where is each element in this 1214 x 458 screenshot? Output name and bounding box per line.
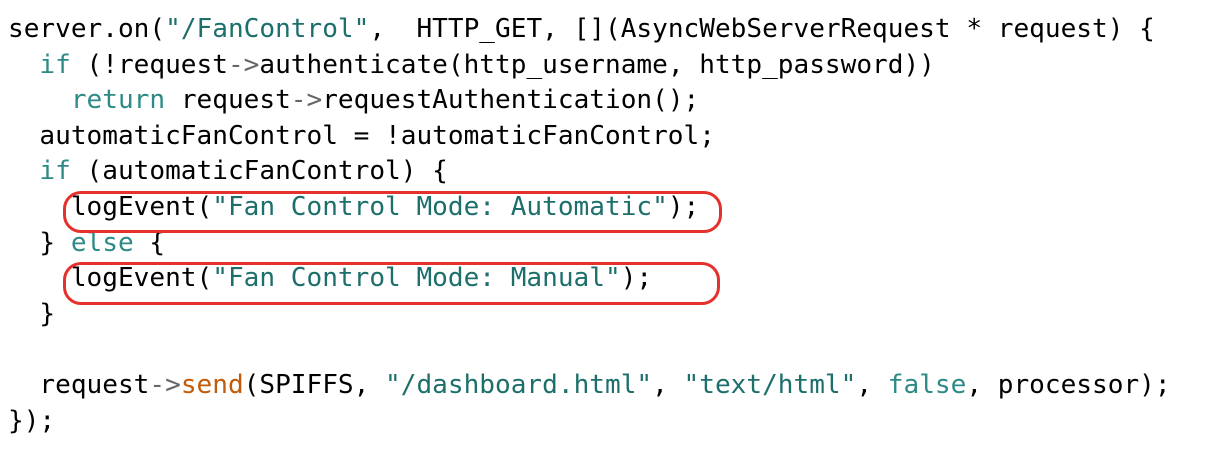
code-token: requestAuthentication(); (322, 85, 700, 116)
code-token: "/dashboard.html" (385, 369, 653, 400)
highlight-automatic-log-line (63, 191, 722, 233)
code-token: (!request (70, 49, 228, 80)
code-token: -> (149, 369, 181, 400)
code-token: , (856, 369, 888, 400)
code-line: return request->requestAuthentication(); (8, 83, 1171, 119)
code-token: send (180, 369, 244, 400)
code-token: request (165, 85, 291, 116)
code-token: server.on( (8, 14, 166, 44)
code-token: if (39, 49, 71, 80)
code-token: (automaticFanControl) { (70, 156, 448, 187)
code-token: (SPIFFS, (243, 369, 386, 400)
code-token: } (39, 227, 71, 258)
code-line: if (!request->authenticate(http_username… (8, 48, 1171, 84)
code-line: server.on("/FanControl", HTTP_GET, [](As… (8, 12, 1171, 48)
code-token: -> (290, 85, 323, 116)
code-token: -> (227, 49, 260, 80)
code-token: false (887, 369, 967, 400)
code-line: automaticFanControl = !automaticFanContr… (8, 119, 1171, 155)
code-line: }); (8, 404, 1171, 440)
code-token: if (39, 156, 71, 187)
code-token: }); (8, 405, 56, 436)
code-token: } (39, 298, 56, 329)
code-token: authenticate(http_username, http_passwor… (259, 49, 935, 80)
code-token: , processor); (966, 369, 1171, 400)
code-token: "text/html" (683, 369, 857, 400)
code-token: , (652, 369, 684, 400)
code-token: "/FanControl" (165, 14, 370, 44)
code-line: if (automaticFanControl) { (8, 154, 1171, 190)
code-token: automaticFanControl = !automaticFanContr… (39, 120, 715, 151)
code-token: request (39, 369, 150, 400)
highlight-manual-log-line (63, 262, 720, 305)
code-token: , HTTP_GET, [](AsyncWebServerRequest * r… (369, 14, 1155, 44)
code-token: return (70, 85, 166, 116)
code-line: request->send(SPIFFS, "/dashboard.html",… (8, 368, 1171, 404)
